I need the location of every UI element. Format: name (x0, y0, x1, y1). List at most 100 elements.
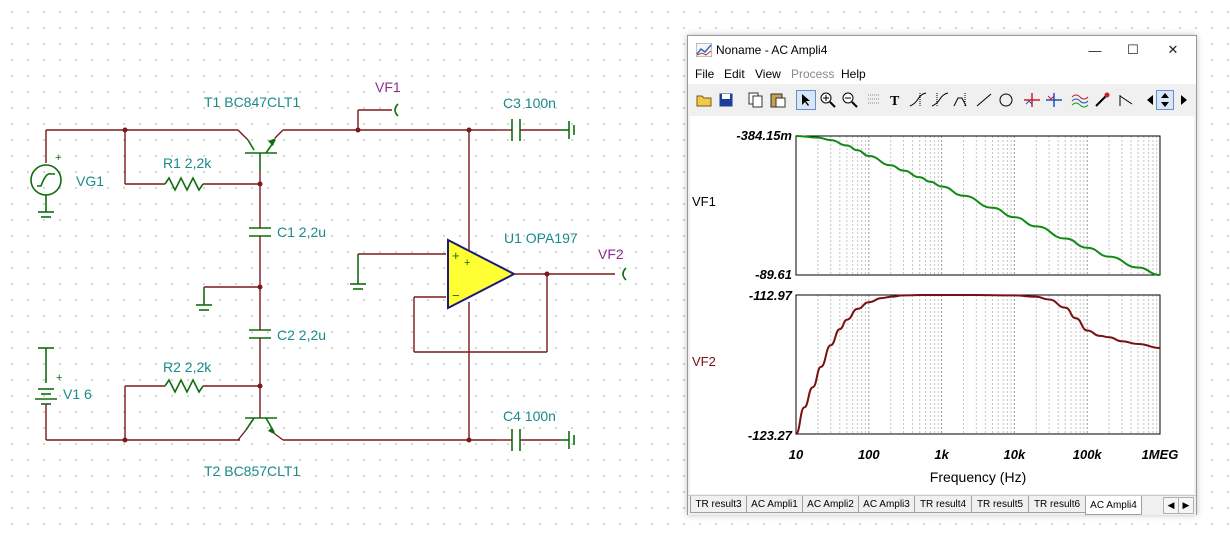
c3-label: C3 100n (503, 95, 556, 111)
menu-help[interactable]: Help (841, 67, 866, 81)
tab-tr-result3[interactable]: TR result3 (690, 496, 747, 513)
t1-transistor[interactable] (237, 129, 284, 170)
vf1-frame (795, 135, 1161, 276)
t2-label: T2 BC857CLT1 (204, 463, 300, 479)
vf1-ylabel: VF1 (692, 194, 716, 209)
tab-ac-ampli2[interactable]: AC Ampli2 (802, 496, 859, 513)
cursor-b-icon[interactable] (930, 90, 950, 110)
tab-ac-ampli3[interactable]: AC Ampli3 (858, 496, 915, 513)
vf1-ytick-max: -384.15m (736, 128, 792, 143)
probe-icon[interactable] (1092, 90, 1112, 110)
menu-view[interactable]: View (755, 67, 781, 81)
c4-capacitor[interactable] (496, 429, 575, 451)
svg-text:T: T (890, 94, 900, 107)
zoom-in-icon[interactable] (818, 90, 838, 110)
t1-label: T1 BC847CLT1 (204, 94, 300, 110)
result-tabs: TR result3 AC Ampli1 AC Ampli2 AC Ampli3… (688, 495, 1196, 515)
paste-icon[interactable] (768, 90, 788, 110)
c2-label: C2 2,2u (277, 327, 326, 343)
x-tick-label: 10k (1004, 447, 1026, 462)
tab-tr-result5[interactable]: TR result5 (971, 496, 1029, 513)
tab-ac-ampli1[interactable]: AC Ampli1 (746, 496, 803, 513)
vf1-probe[interactable] (357, 103, 399, 130)
open-icon[interactable] (694, 90, 714, 110)
pointer-icon[interactable] (796, 90, 816, 110)
r1-label: R1 2,2k (163, 155, 212, 171)
tab-tr-result6[interactable]: TR result6 (1028, 496, 1086, 513)
maximize-button[interactable]: ☐ (1114, 36, 1152, 64)
analysis-window: Noname - AC Ampli4 — ☐ ✕ File Edit View … (687, 35, 1197, 515)
x-tick-label: 100k (1073, 447, 1103, 462)
close-button[interactable]: ✕ (1154, 36, 1192, 64)
r1-resistor[interactable] (164, 176, 204, 192)
schematic-drawing: + VG1 R1 2,2k T1 BC847CLT1 VF1 C3 100n C… (30, 79, 627, 479)
x-tick-labels: 10 100 1k 10k 100k 1MEG (789, 447, 1179, 462)
minimize-icon: — (1088, 42, 1102, 58)
x-tick-label: 100 (858, 447, 880, 462)
scroll-updown-icon[interactable] (1156, 90, 1174, 110)
app-icon (696, 43, 712, 57)
tab-ac-ampli4[interactable]: AC Ampli4 (1085, 496, 1142, 515)
line-icon[interactable] (974, 90, 994, 110)
v1-label: V1 6 (63, 386, 92, 402)
vf1-label: VF1 (375, 79, 401, 95)
tab-scroll-left-icon[interactable]: ◀ (1163, 497, 1179, 514)
c1-capacitor[interactable] (249, 210, 271, 287)
r2-resistor[interactable] (164, 378, 204, 394)
vf1-ytick-min: -89.61 (755, 267, 792, 282)
svg-text:+: + (56, 372, 62, 384)
x-axis-label: Frequency (Hz) (930, 469, 1026, 485)
cursor-c-icon[interactable] (952, 90, 972, 110)
text-icon[interactable]: T (886, 90, 906, 110)
vf2-curve[interactable] (795, 294, 1161, 435)
u1-opamp[interactable]: + − + (350, 238, 615, 353)
x-tick-label: 1MEG (1142, 447, 1179, 462)
c2-capacitor[interactable] (249, 287, 271, 386)
title-bar[interactable]: Noname - AC Ampli4 — ☐ ✕ (688, 36, 1196, 64)
step-icon[interactable] (1116, 90, 1136, 110)
save-icon[interactable] (716, 90, 736, 110)
window-title: Noname - AC Ampli4 (716, 43, 828, 57)
marker-a-icon[interactable] (1022, 90, 1042, 110)
vf2-grid (817, 295, 1161, 434)
bode-plot-area[interactable]: -384.15m -89.61 -112.97 -123.27 VF1 VF2 … (690, 116, 1194, 494)
vf2-ylabel: VF2 (692, 354, 716, 369)
copy-icon[interactable] (746, 90, 766, 110)
x-tick-label: 1k (934, 447, 949, 462)
minimize-button[interactable]: — (1076, 36, 1114, 64)
scroll-right-icon[interactable] (1174, 90, 1194, 110)
x-tick-label: 10 (789, 447, 804, 462)
v1-battery[interactable]: + (35, 347, 62, 440)
r2-label: R2 2,2k (163, 359, 212, 375)
svg-text:+: + (464, 257, 470, 269)
marker-b-icon[interactable] (1044, 90, 1064, 110)
t2-transistor[interactable] (237, 417, 284, 441)
circle-icon[interactable] (996, 90, 1016, 110)
vg1-label: VG1 (76, 173, 104, 189)
vf1-curve[interactable] (795, 135, 1161, 276)
menu-bar: File Edit View Process Help (688, 64, 1196, 84)
c1-label: C1 2,2u (277, 224, 326, 240)
cursor-a-icon[interactable] (908, 90, 928, 110)
tab-scroll-right-icon[interactable]: ▶ (1178, 497, 1194, 514)
u1-label: U1 OPA197 (504, 230, 578, 246)
toolbar: T (688, 88, 1196, 115)
close-icon: ✕ (1167, 42, 1179, 57)
menu-process[interactable]: Process (791, 67, 834, 81)
vf2-label: VF2 (598, 246, 624, 262)
vg1-source[interactable]: + (30, 130, 62, 218)
menu-edit[interactable]: Edit (724, 67, 745, 81)
menu-file[interactable]: File (695, 67, 714, 81)
curves-icon[interactable] (1070, 90, 1090, 110)
grid-icon[interactable] (864, 90, 884, 110)
vf2-ytick-max: -112.97 (749, 288, 793, 303)
c3-capacitor[interactable] (496, 119, 575, 141)
tab-tr-result4[interactable]: TR result4 (914, 496, 972, 513)
svg-text:+: + (55, 152, 61, 164)
svg-text:+: + (452, 248, 460, 263)
maximize-icon: ☐ (1127, 42, 1139, 57)
vf2-probe[interactable] (622, 267, 627, 281)
zoom-out-icon[interactable] (840, 90, 860, 110)
chart-svg: -384.15m -89.61 -112.97 -123.27 VF1 VF2 … (692, 128, 1179, 485)
c4-label: C4 100n (503, 408, 556, 424)
